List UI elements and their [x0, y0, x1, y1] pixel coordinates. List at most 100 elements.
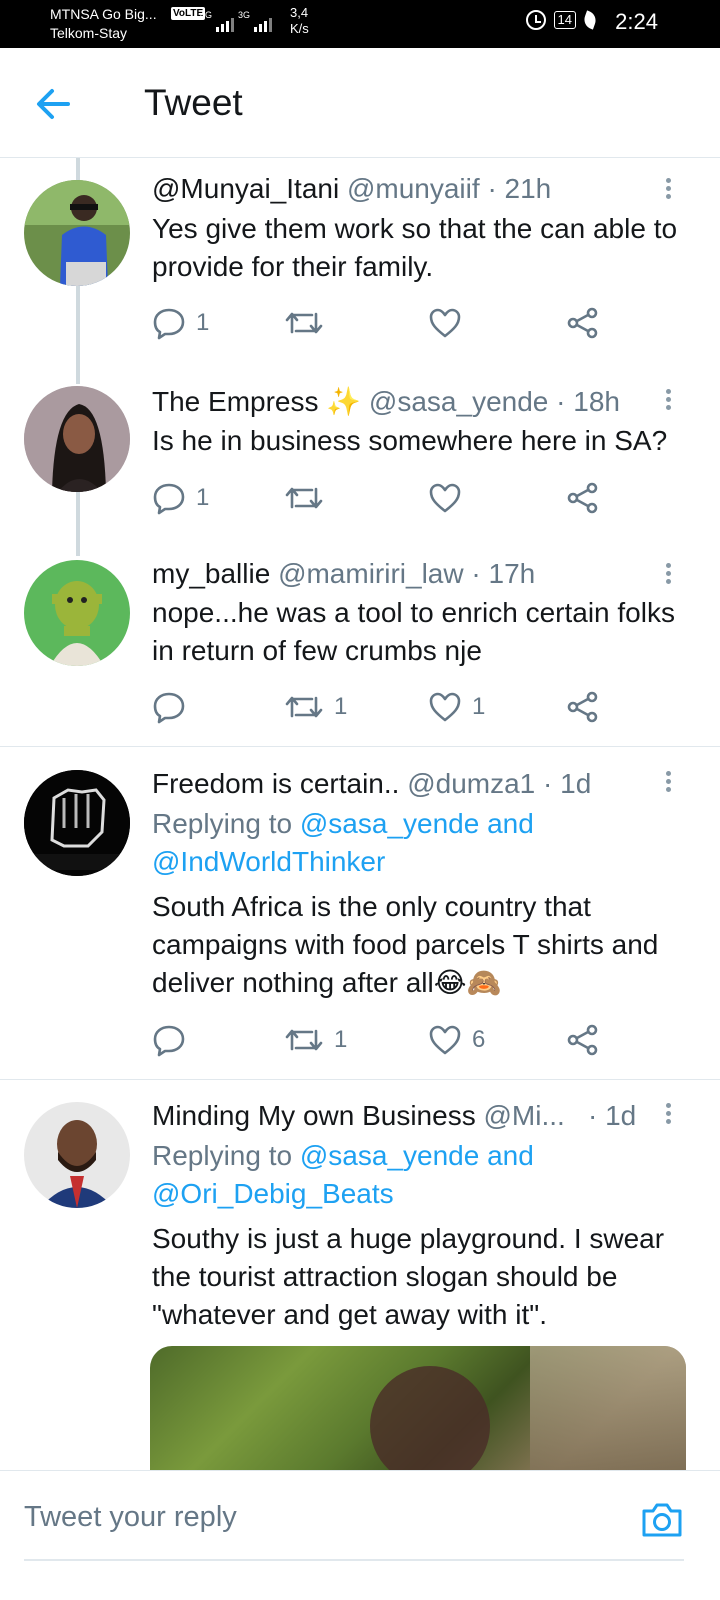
retweet-button[interactable]: 1 — [284, 687, 347, 727]
retweet-icon — [285, 1029, 323, 1051]
author-handle[interactable]: @munyaiif — [347, 173, 480, 204]
page-title: Tweet — [144, 82, 243, 123]
power-saving-icon — [581, 10, 599, 30]
battery-icon: 14 — [553, 11, 576, 29]
tweet-time: · 1d — [543, 768, 592, 799]
author-name[interactable]: @Munyai_Itani — [152, 173, 339, 204]
tweet-actions: 1 — [152, 303, 622, 343]
reply-icon — [153, 1025, 185, 1057]
thread-line — [76, 158, 80, 180]
network-speed: 3,4 K/s — [290, 5, 309, 36]
clock: 2:24 — [615, 9, 658, 34]
like-button[interactable]: 6 — [428, 1020, 485, 1060]
replying-to: Replying to @sasa_yende and @Ori_Debig_B… — [152, 1140, 534, 1209]
retweet-icon — [285, 487, 323, 509]
divider — [0, 1079, 720, 1080]
reply-input[interactable] — [24, 1501, 604, 1534]
mention-link[interactable]: @sasa_yende — [300, 1140, 479, 1171]
like-button[interactable] — [428, 478, 472, 518]
tweet-actions: 1 — [152, 478, 622, 518]
tweet-text: nope...he was a tool to enrich certain f… — [152, 597, 675, 666]
avatar[interactable] — [24, 180, 130, 286]
mention-link[interactable]: @IndWorldThinker — [152, 846, 385, 877]
tweet-actions: 1 1 — [152, 687, 622, 727]
reply-icon — [153, 483, 185, 515]
retweet-count: 1 — [334, 1026, 348, 1053]
author-name[interactable]: Minding My own Business — [152, 1100, 476, 1131]
avatar[interactable] — [24, 770, 130, 876]
author-name[interactable]: my_ballie — [152, 558, 270, 589]
carrier-1: MTNSA Go Big... — [50, 6, 157, 22]
reply-composer — [0, 1470, 720, 1600]
tweet-text: South Africa is the only country that ca… — [152, 891, 659, 998]
tweet-actions: 1 6 — [152, 1020, 622, 1060]
reply-count: 1 — [196, 484, 210, 511]
more-options-icon[interactable] — [656, 175, 680, 205]
more-options-icon[interactable] — [656, 1100, 680, 1130]
retweet-count: 1 — [334, 693, 348, 720]
tweet-text: Southy is just a huge playground. I swea… — [152, 1223, 665, 1330]
reply-button[interactable] — [152, 1020, 196, 1060]
author-name[interactable]: The Empress ✨ — [152, 386, 361, 417]
reply-button[interactable] — [152, 687, 196, 727]
share-button[interactable] — [566, 1020, 600, 1060]
more-options-icon[interactable] — [656, 386, 680, 416]
share-icon — [567, 482, 598, 514]
reply-button[interactable]: 1 — [152, 303, 209, 343]
more-options-icon[interactable] — [656, 768, 680, 798]
like-count: 1 — [472, 693, 486, 720]
retweet-icon — [285, 696, 323, 718]
arrow-left-icon — [37, 89, 70, 119]
thread-line — [76, 284, 80, 384]
retweet-button[interactable] — [284, 303, 334, 343]
replying-to: Replying to @sasa_yende and @IndWorldThi… — [152, 808, 534, 877]
mention-link[interactable]: @sasa_yende — [300, 808, 479, 839]
signal-3g-icon: 3G — [238, 10, 273, 32]
author-handle[interactable]: @Mi... — [483, 1100, 564, 1131]
reply-button[interactable]: 1 — [152, 478, 209, 518]
divider — [0, 746, 720, 747]
author-name[interactable]: Freedom is certain.. — [152, 768, 399, 799]
more-options-icon[interactable] — [656, 560, 680, 590]
camera-button[interactable] — [640, 1499, 684, 1539]
avatar[interactable] — [24, 386, 130, 492]
camera-icon — [642, 1503, 682, 1537]
author-handle[interactable]: @sasa_yende — [369, 386, 548, 417]
heart-icon — [429, 483, 461, 513]
tweet-media[interactable] — [150, 1346, 686, 1470]
composer-underline — [24, 1559, 684, 1561]
reply-icon — [153, 692, 185, 724]
status-bar: MTNSA Go Big... Telkom-Stay VoLTE 4G 3G … — [0, 0, 720, 48]
tweet-text: Is he in business somewhere here in SA? — [152, 425, 668, 456]
top-app-bar: Tweet — [0, 48, 720, 158]
author-handle[interactable]: @dumza1 — [407, 768, 535, 799]
avatar[interactable] — [24, 560, 130, 666]
author-handle[interactable]: @mamiriri_law — [278, 558, 464, 589]
thread-line — [76, 492, 80, 556]
like-button[interactable] — [428, 303, 472, 343]
share-button[interactable] — [566, 303, 600, 343]
heart-icon — [429, 1025, 461, 1055]
status-icons: 14 — [525, 10, 599, 30]
tweet-time: · 1d — [588, 1100, 637, 1131]
like-count: 6 — [472, 1026, 486, 1053]
retweet-button[interactable]: 1 — [284, 1020, 347, 1060]
like-button[interactable]: 1 — [428, 687, 485, 727]
retweet-button[interactable] — [284, 478, 334, 518]
back-button[interactable] — [32, 84, 76, 124]
heart-icon — [429, 308, 461, 338]
mention-link[interactable]: @Ori_Debig_Beats — [152, 1178, 394, 1209]
tweet-time: · 17h — [471, 558, 536, 589]
heart-icon — [429, 692, 461, 722]
tweet-time: · 18h — [556, 386, 620, 417]
alarm-icon — [525, 10, 546, 30]
share-button[interactable] — [566, 478, 600, 518]
share-button[interactable] — [566, 687, 600, 727]
carrier-2: Telkom-Stay — [50, 25, 128, 41]
reply-icon — [153, 308, 185, 340]
signal-4g-icon: 4G — [200, 10, 235, 32]
avatar[interactable] — [24, 1102, 130, 1208]
tweet-text: Yes give them work so that the can able … — [152, 213, 678, 282]
reply-count: 1 — [196, 309, 210, 336]
carrier-info: MTNSA Go Big... Telkom-Stay — [50, 5, 157, 43]
